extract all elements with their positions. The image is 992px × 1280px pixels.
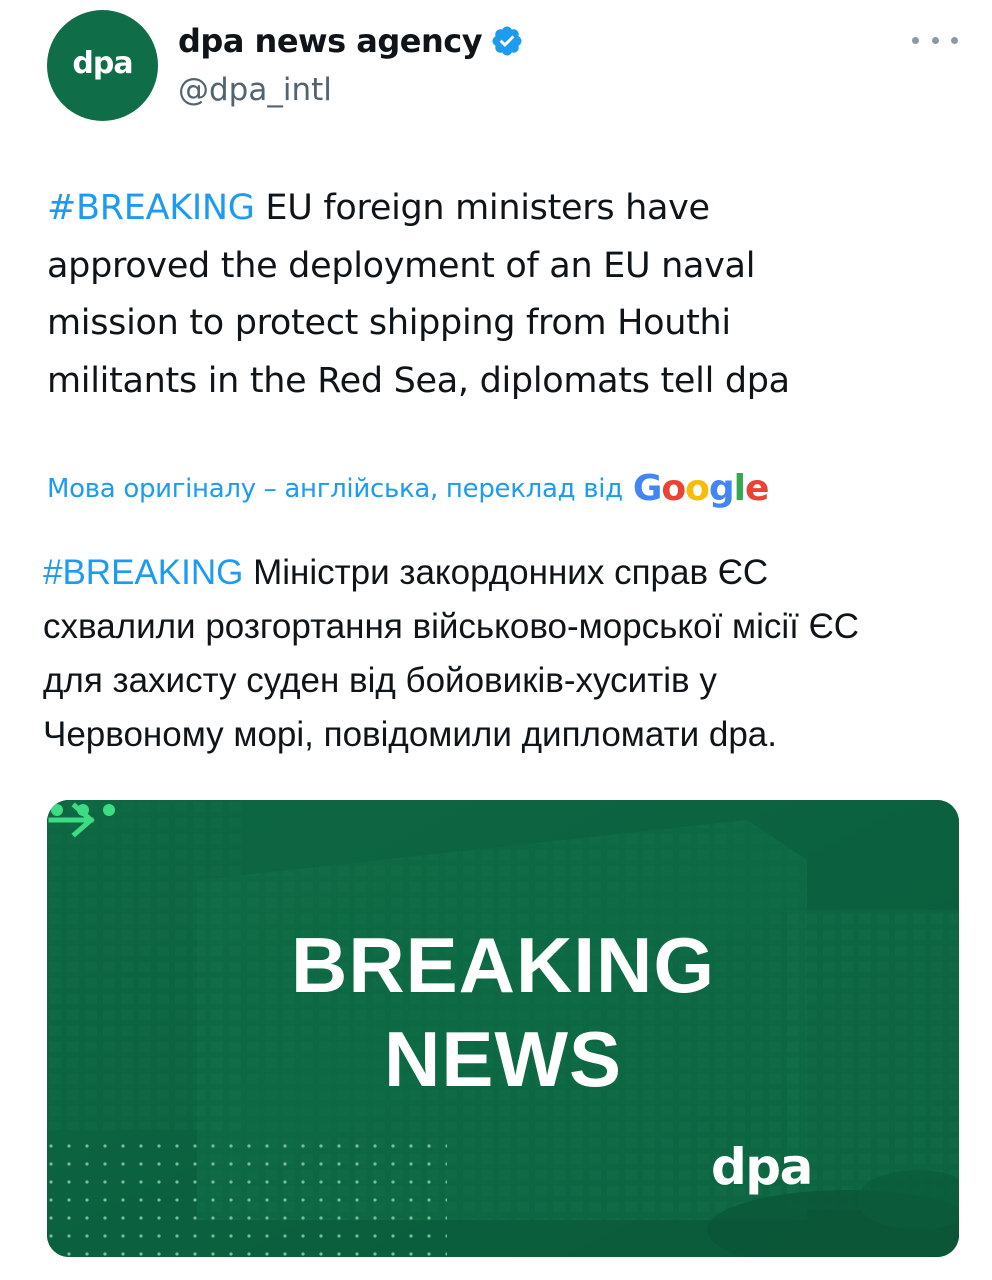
hashtag-link[interactable]: #BREAKING [43, 553, 243, 592]
brand-dots-icon [51, 804, 115, 816]
translated-text-line: Міністри закордонних справ ЄС [253, 553, 769, 592]
translation-label: Мова оригіналу – англійська, переклад ві… [47, 473, 623, 504]
translated-text: #BREAKING Міністри закордонних справ ЄС … [43, 546, 963, 762]
translated-text-line: схвалили розгортання військово-морської … [43, 607, 860, 646]
media-image[interactable]: BREAKING NEWS dpa [47, 800, 959, 1257]
headline-line-1: BREAKING [290, 921, 715, 1009]
translation-attribution[interactable]: Мова оригіналу – англійська, переклад ві… [47, 468, 770, 509]
avatar-logo-text: dpa [72, 46, 133, 81]
avatar[interactable]: dpa [47, 10, 158, 121]
translated-text-line: для захисту суден від бойовиків-хуситів … [43, 661, 717, 700]
verified-badge-icon [492, 26, 522, 56]
breaking-news-headline: BREAKING NEWS [47, 918, 959, 1106]
author-display-name[interactable]: dpa news agency [178, 22, 524, 60]
author-handle[interactable]: @dpa_intl [178, 72, 332, 108]
hashtag-link[interactable]: #BREAKING [47, 188, 255, 228]
dpa-brand-logo: dpa [711, 1138, 813, 1196]
translated-text-line: Червоному морі, повідомили дипломати dpa… [43, 715, 777, 754]
tweet-text-line: mission to protect shipping from Houthi [47, 303, 731, 343]
display-name-text: dpa news agency [178, 22, 483, 60]
tweet-text-line: approved the deployment of an EU naval [47, 245, 756, 286]
headline-line-2: NEWS [384, 1015, 622, 1103]
tweet-text-line: militants in the Red Sea, diplomats tell… [47, 360, 790, 401]
google-logo: Google [632, 468, 770, 509]
more-options-icon[interactable] [912, 28, 958, 52]
tweet-text: #BREAKING EU foreign ministers have appr… [47, 180, 947, 410]
tweet-text-line: EU foreign ministers have [265, 188, 710, 228]
